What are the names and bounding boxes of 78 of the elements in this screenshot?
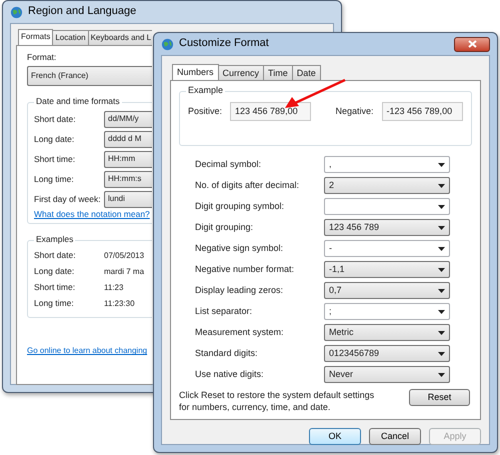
field-label: Positive: bbox=[188, 106, 222, 117]
tab[interactable]: Formats bbox=[18, 29, 54, 45]
dialog-button[interactable]: OK bbox=[309, 428, 361, 445]
dropdown[interactable]: 0123456789 bbox=[324, 345, 450, 362]
dropdown-arrow-icon bbox=[438, 330, 445, 334]
dropdown-arrow-icon bbox=[438, 310, 445, 314]
notation-link[interactable]: What does the notation mean? bbox=[34, 209, 150, 220]
setting-label: Use native digits: bbox=[195, 369, 265, 380]
dropdown[interactable]: French (France) bbox=[27, 66, 152, 86]
setting-label: List separator: bbox=[195, 306, 254, 317]
setting-label: Digit grouping symbol: bbox=[195, 201, 286, 212]
reset-button[interactable]: Reset bbox=[409, 389, 470, 406]
setting-label: Measurement system: bbox=[195, 327, 285, 338]
window-title: Region and Language bbox=[28, 5, 136, 19]
group-title: Date and time formats bbox=[34, 96, 122, 106]
example-value: 11:23 bbox=[104, 282, 124, 292]
field-label: Short date: bbox=[34, 250, 77, 260]
reset-note: Click Reset to restore the system default settings for numbers, currency, time, and date. bbox=[179, 389, 376, 413]
dropdown[interactable]: , bbox=[324, 156, 450, 173]
field-label: Negative: bbox=[335, 106, 374, 117]
dropdown[interactable]: HH:mm:s bbox=[104, 170, 152, 188]
field-label: Format: bbox=[27, 52, 58, 62]
setting-label: Display leading zeros: bbox=[195, 285, 284, 296]
field-label: Long time: bbox=[34, 174, 75, 184]
tab[interactable]: Currency bbox=[218, 65, 264, 80]
window-title: Customize Format bbox=[179, 37, 269, 51]
dropdown-arrow-icon bbox=[438, 246, 445, 250]
setting-label: Negative sign symbol: bbox=[195, 243, 284, 254]
example-value: 07/05/2013 bbox=[104, 250, 144, 260]
dropdown-arrow-icon bbox=[438, 184, 445, 188]
field-label: Short time: bbox=[34, 154, 76, 164]
setting-label: Decimal symbol: bbox=[195, 159, 262, 170]
dropdown[interactable]: -1,1 bbox=[324, 261, 450, 278]
dropdown[interactable]: dddd d M bbox=[104, 130, 152, 148]
field-label: Short date: bbox=[34, 114, 77, 124]
example-field: -123 456 789,00 bbox=[382, 102, 463, 121]
example-value: 11:23:30 bbox=[104, 298, 135, 308]
close-icon bbox=[468, 40, 476, 48]
dropdown[interactable]: 2 bbox=[324, 177, 450, 194]
setting-label: Digit grouping: bbox=[195, 222, 254, 233]
dropdown-arrow-icon bbox=[438, 162, 445, 166]
dropdown-arrow-icon bbox=[438, 372, 445, 376]
dialog-button[interactable]: Cancel bbox=[369, 428, 421, 445]
globe-icon bbox=[161, 38, 174, 50]
dropdown-arrow-icon bbox=[438, 288, 445, 292]
dropdown[interactable]: Never bbox=[324, 366, 450, 383]
online-link[interactable]: Go online to learn about changing bbox=[27, 346, 148, 356]
tab[interactable]: Time bbox=[263, 65, 293, 80]
dropdown[interactable]: 0,7 bbox=[324, 282, 450, 299]
setting-label: No. of digits after decimal: bbox=[195, 180, 300, 191]
example-field: 123 456 789,00 bbox=[230, 102, 312, 121]
dropdown[interactable]: lundi bbox=[104, 190, 152, 208]
dropdown-arrow-icon bbox=[438, 268, 445, 272]
field-label: Short time: bbox=[34, 282, 76, 292]
dropdown[interactable]: HH:mm bbox=[104, 150, 152, 168]
dropdown-arrow-icon bbox=[438, 204, 445, 208]
tab[interactable]: Date bbox=[292, 65, 321, 80]
tab[interactable]: Keyboards and L bbox=[88, 30, 152, 45]
example-value: mardi 7 ma bbox=[104, 266, 144, 276]
field-label: Long date: bbox=[34, 266, 76, 276]
dropdown[interactable]: Metric bbox=[324, 324, 450, 341]
globe-icon bbox=[10, 6, 23, 18]
dropdown[interactable]: dd/MM/y bbox=[104, 110, 152, 128]
dropdown[interactable]: ; bbox=[324, 303, 450, 320]
dropdown[interactable]: - bbox=[324, 240, 450, 257]
group-title: Examples bbox=[34, 234, 76, 245]
dropdown-arrow-icon bbox=[438, 352, 445, 356]
dropdown-arrow-icon bbox=[438, 226, 445, 230]
dropdown[interactable]: 123 456 789 bbox=[324, 219, 450, 236]
field-label: First day of week: bbox=[34, 194, 102, 204]
tab[interactable]: Numbers bbox=[172, 64, 219, 80]
group-title: Example bbox=[186, 85, 226, 96]
field-label: Long date: bbox=[34, 134, 76, 144]
field-label: Long time: bbox=[34, 298, 75, 308]
setting-label: Standard digits: bbox=[195, 348, 259, 359]
setting-label: Negative number format: bbox=[195, 264, 296, 275]
tab[interactable]: Location bbox=[52, 30, 89, 45]
close-button[interactable] bbox=[454, 36, 490, 52]
